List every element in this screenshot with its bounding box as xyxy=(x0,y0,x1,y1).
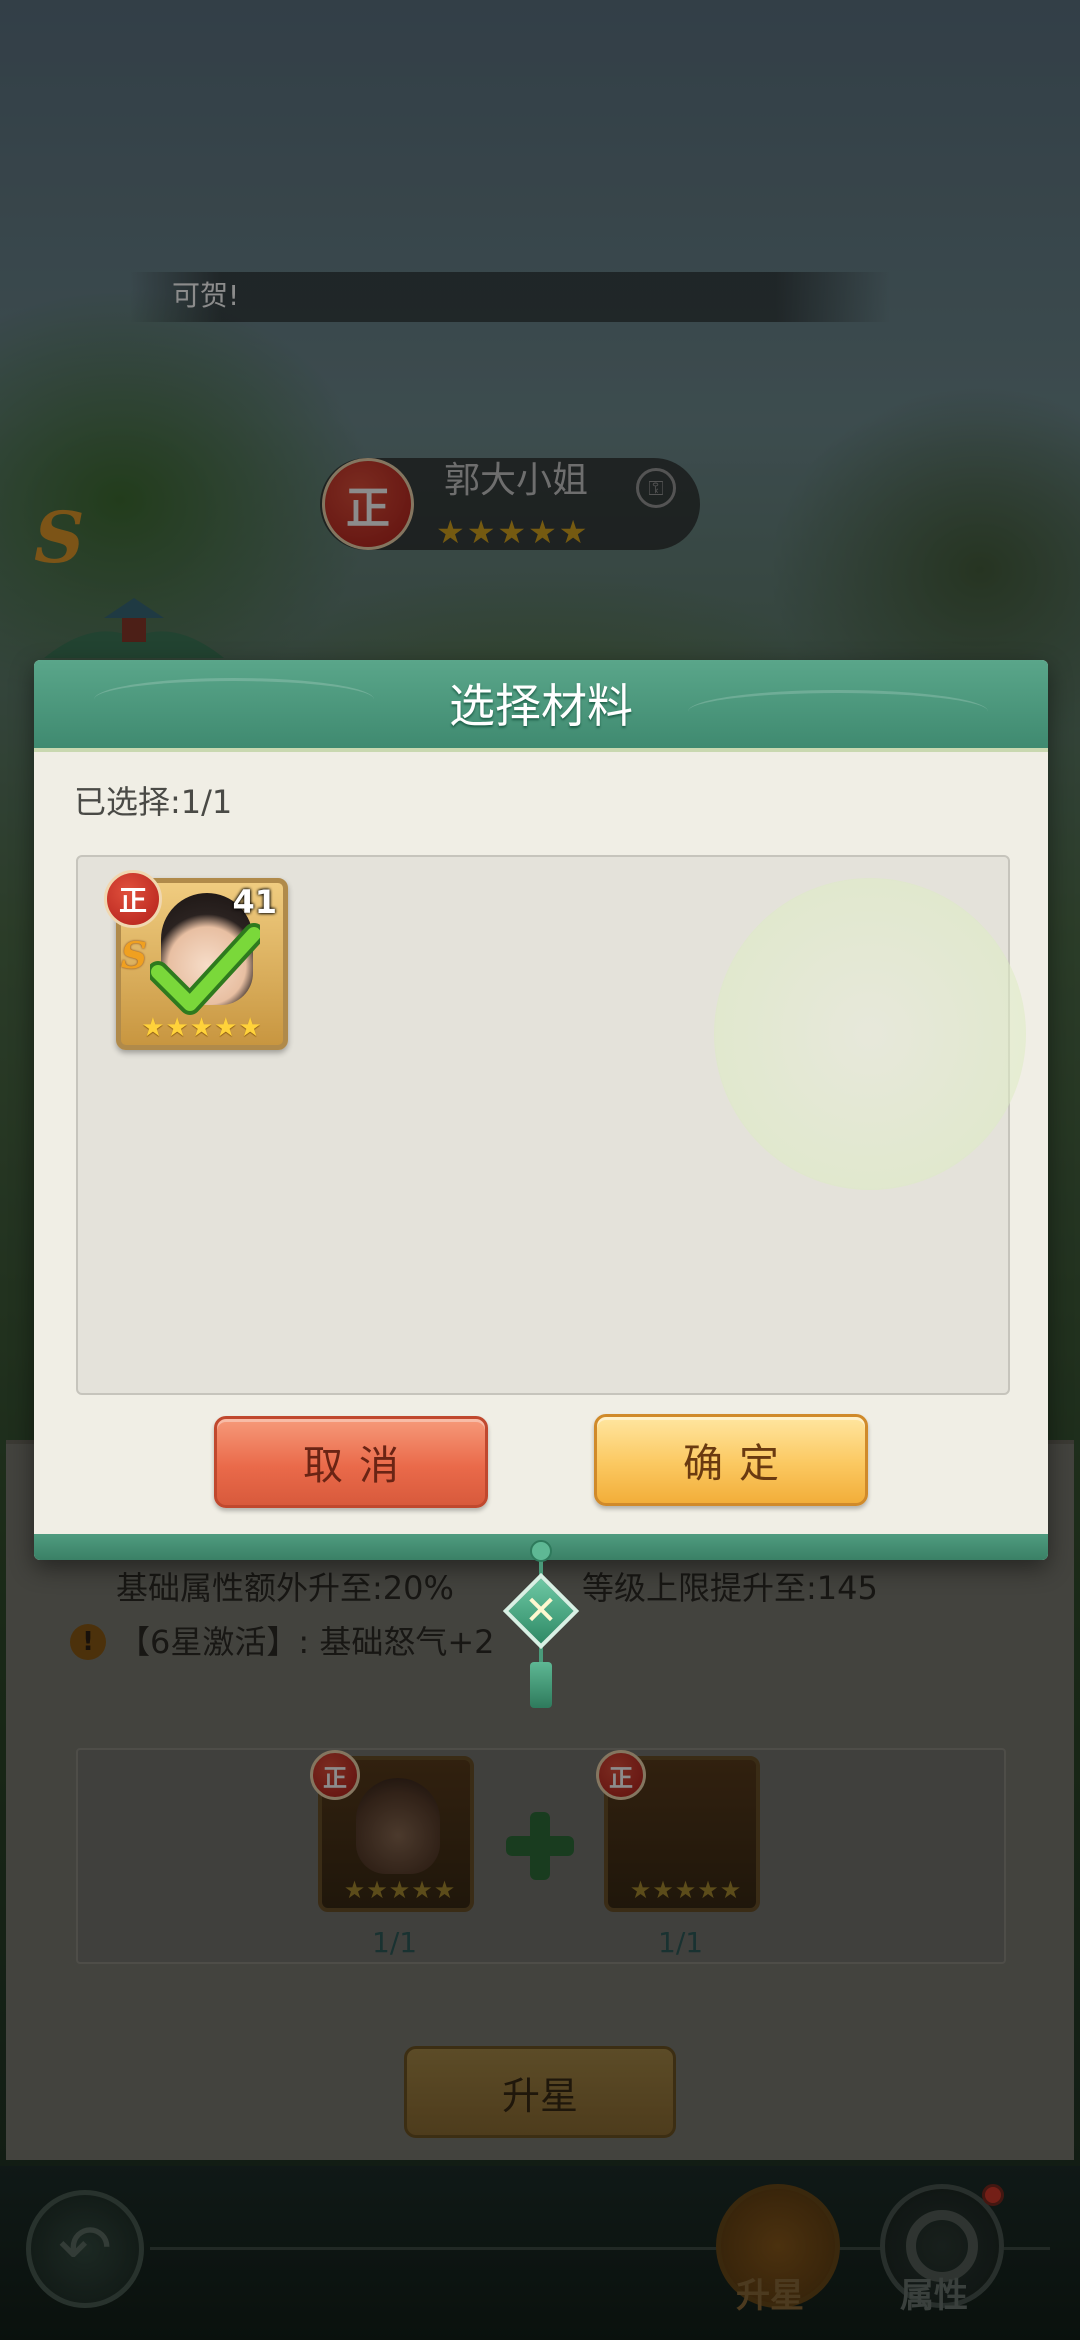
dialog-title: 选择材料 xyxy=(449,679,633,733)
selected-count: 已选择:1/1 xyxy=(74,783,233,821)
glow-effect xyxy=(714,878,1026,1190)
card-level: 41 xyxy=(232,883,277,921)
checkmark-icon xyxy=(150,923,260,1015)
confirm-button[interactable]: 确定 xyxy=(594,1414,868,1506)
pendant-tassel xyxy=(530,1662,552,1708)
pendant-knot xyxy=(530,1540,552,1562)
cancel-button[interactable]: 取消 xyxy=(214,1416,488,1508)
close-x-icon[interactable]: ✕ xyxy=(514,1584,568,1638)
card-rank: S xyxy=(121,935,147,977)
